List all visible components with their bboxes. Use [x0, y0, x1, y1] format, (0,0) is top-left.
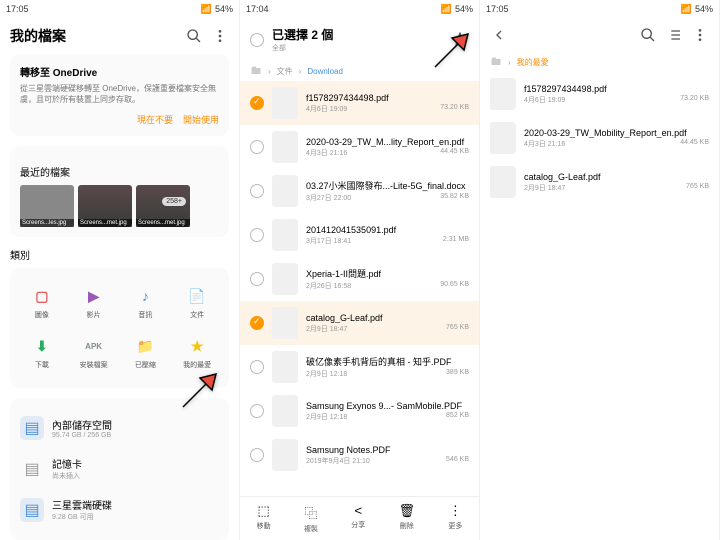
file-checkbox[interactable] [250, 360, 264, 374]
file-icon [272, 263, 298, 295]
file-checkbox[interactable] [250, 184, 264, 198]
file-icon [490, 78, 516, 110]
file-row[interactable]: 2020-03-29_TW_Mobility_Report_en.pdf4月3日… [480, 116, 719, 160]
file-icon [272, 175, 298, 207]
signal-icon: 📶 [441, 4, 452, 15]
signal-icon: 📶 [681, 4, 692, 15]
file-row[interactable]: catalog_G-Leaf.pdf2月9日 18:47765 KB [240, 301, 479, 345]
bottom-action[interactable]: ⿻複製 [304, 503, 318, 534]
back-icon[interactable] [490, 26, 508, 44]
file-checkbox[interactable] [250, 228, 264, 242]
file-icon [490, 122, 516, 154]
select-all-checkbox[interactable] [250, 33, 264, 47]
more-icon[interactable] [691, 26, 709, 44]
panel-my-files: 17:05 📶54% 我的檔案 轉移至 OneDrive 從三星雲端硬碟移轉至 … [0, 0, 240, 540]
bottom-action[interactable]: 🗑刪除 [399, 503, 416, 534]
file-row[interactable]: Samsung Exynos 9...- SamMobile.PDF2月9日 1… [240, 389, 479, 433]
storage-item[interactable]: ▤內部儲存空間95.74 GB / 256 GB [20, 408, 219, 448]
recent-thumb[interactable]: Screens...met.jpg258+ [136, 185, 190, 227]
file-checkbox[interactable] [250, 96, 264, 110]
page-title: 我的檔案 [10, 26, 177, 46]
file-icon [272, 87, 298, 119]
file-checkbox[interactable] [250, 448, 264, 462]
file-row[interactable]: Samsung Notes.PDF2019年9月4日 21:10546 KB [240, 433, 479, 477]
panel-favorites: 17:05 📶54% ›我的最愛 f1578297434498.pdf4月6日 … [480, 0, 720, 540]
file-row[interactable]: 201412041535091.pdf3月17日 18:412.31 MB [240, 213, 479, 257]
battery-pct: 54% [695, 4, 713, 14]
bottom-action[interactable]: <分享 [351, 503, 365, 534]
storage-item[interactable]: ▤三星雲端硬碟9.28 GB 可用 [20, 489, 219, 530]
bottom-action[interactable]: ⬚移動 [257, 503, 271, 534]
storage-item[interactable]: ▤記憶卡尚未插入 [20, 448, 219, 489]
file-icon [272, 219, 298, 251]
file-row[interactable]: f1578297434498.pdf4月6日 19:0973.20 KB [240, 81, 479, 125]
file-icon [272, 131, 298, 163]
bottom-action[interactable]: ⋮更多 [448, 503, 462, 534]
select-all-label: 全部 [272, 43, 443, 53]
file-checkbox[interactable] [250, 404, 264, 418]
file-icon [272, 351, 298, 383]
more-icon[interactable] [211, 27, 229, 45]
file-checkbox[interactable] [250, 316, 264, 330]
category-item[interactable]: ▶影片 [72, 282, 116, 324]
favorite-icon[interactable] [451, 31, 469, 49]
onedrive-title: 轉移至 OneDrive [20, 64, 219, 79]
panel-selection: 17:04 📶54% 已選擇 2 個 全部 ›文件›Download f1578… [240, 0, 480, 540]
skip-button[interactable]: 現在不要 [137, 113, 173, 126]
category-item[interactable]: 📁已壓縮 [124, 332, 168, 374]
file-row[interactable]: f1578297434498.pdf4月6日 19:0973.20 KB [480, 72, 719, 116]
onedrive-card: 轉移至 OneDrive 從三星雲端硬碟移轉至 OneDrive，保護重要檔案安… [10, 54, 229, 136]
file-row[interactable]: 03.27小米國際發布...-Lite-5G_final.docx3月27日 2… [240, 169, 479, 213]
battery-pct: 54% [455, 4, 473, 14]
recent-thumb[interactable]: Screens...les.jpg [20, 185, 74, 227]
start-button[interactable]: 開始使用 [183, 113, 219, 126]
category-item[interactable]: ★我的最愛 [175, 332, 219, 374]
clock: 17:05 [486, 4, 509, 14]
recent-title: 最近的檔案 [20, 164, 219, 179]
category-title: 類別 [10, 247, 229, 262]
category-item[interactable]: 📄文件 [175, 282, 219, 324]
category-item[interactable]: ⬇下載 [20, 332, 64, 374]
file-icon [490, 166, 516, 198]
signal-icon: 📶 [201, 4, 212, 15]
selection-count: 已選擇 2 個 [272, 26, 443, 43]
category-item[interactable]: ♪音訊 [124, 282, 168, 324]
recent-thumb[interactable]: Screens...met.jpg [78, 185, 132, 227]
clock: 17:04 [246, 4, 269, 14]
file-icon [272, 439, 298, 471]
search-icon[interactable] [639, 26, 657, 44]
battery-pct: 54% [215, 4, 233, 14]
list-view-icon[interactable] [665, 26, 683, 44]
breadcrumb[interactable]: ›我的最愛 [480, 52, 719, 72]
onedrive-desc: 從三星雲端硬碟移轉至 OneDrive，保護重要檔案安全無虞，且可於所有裝置上同… [20, 83, 219, 105]
status-bar: 17:05 📶54% [480, 0, 719, 18]
status-bar: 17:05 📶54% [0, 0, 239, 18]
breadcrumb[interactable]: ›文件›Download [240, 61, 479, 81]
search-icon[interactable] [185, 27, 203, 45]
clock: 17:05 [6, 4, 29, 14]
category-item[interactable]: ▢圖像 [20, 282, 64, 324]
file-icon [272, 395, 298, 427]
file-row[interactable]: 2020-03-29_TW_M...lity_Report_en.pdf4月3日… [240, 125, 479, 169]
file-checkbox[interactable] [250, 140, 264, 154]
file-icon [272, 307, 298, 339]
file-row[interactable]: catalog_G-Leaf.pdf2月9日 18:47765 KB [480, 160, 719, 204]
file-row[interactable]: Xperia-1-II問題.pdf2月26日 16:5890.65 KB [240, 257, 479, 301]
file-row[interactable]: 破亿像素手机背后的真相 - 知乎.PDF2月9日 12:18389 KB [240, 345, 479, 389]
status-bar: 17:04 📶54% [240, 0, 479, 18]
category-item[interactable]: APK安裝檔案 [72, 332, 116, 374]
file-checkbox[interactable] [250, 272, 264, 286]
